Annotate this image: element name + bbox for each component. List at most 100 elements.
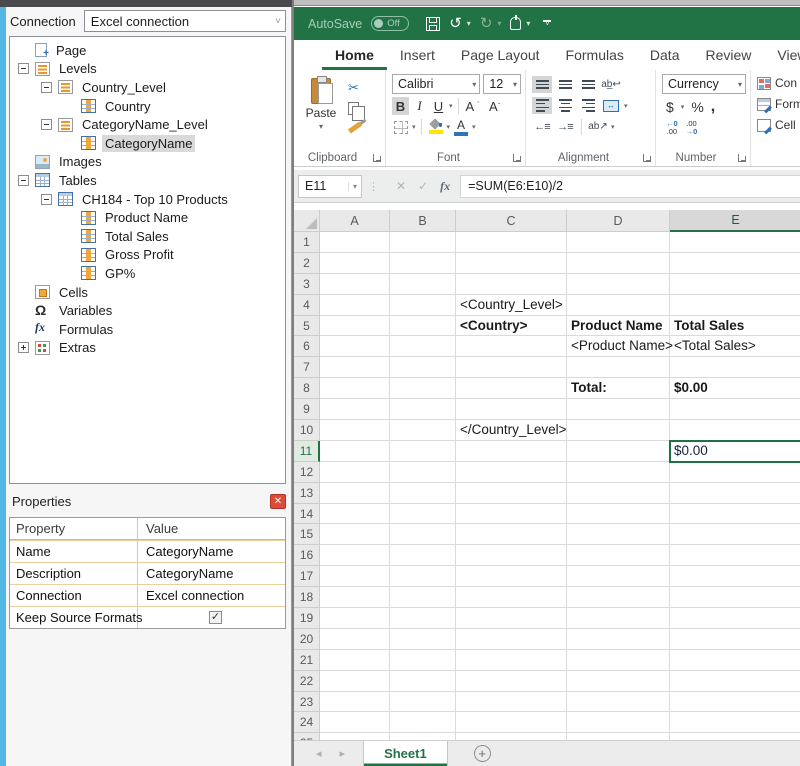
tree-item-page[interactable]: Page: [10, 41, 285, 60]
cell-E14[interactable]: [670, 504, 800, 525]
increase-decimal-button[interactable]: ←0.00: [666, 120, 678, 137]
number-dialog-launcher-icon[interactable]: [738, 154, 746, 162]
font-color-button[interactable]: A: [452, 118, 470, 136]
row-header-17[interactable]: 17: [294, 566, 320, 587]
cell-A15[interactable]: [320, 524, 390, 545]
cell-B18[interactable]: [390, 587, 456, 608]
tree-item-variables[interactable]: Variables: [10, 301, 285, 320]
decrease-font-button[interactable]: Aˇ: [486, 97, 503, 115]
cell-C21[interactable]: [456, 650, 567, 671]
align-left-button[interactable]: [532, 97, 552, 114]
cell-E7[interactable]: [670, 357, 800, 378]
tree-item-product-name[interactable]: Product Name: [10, 208, 285, 227]
cut-icon[interactable]: ✂: [348, 80, 362, 96]
cell-E18[interactable]: [670, 587, 800, 608]
row-header-9[interactable]: 9: [294, 399, 320, 420]
tab-sheet1[interactable]: Sheet1: [363, 741, 448, 766]
collapse-icon[interactable]: [41, 119, 52, 130]
cell-E2[interactable]: [670, 253, 800, 274]
cell-A10[interactable]: [320, 420, 390, 441]
row-header-15[interactable]: 15: [294, 524, 320, 545]
row-header-12[interactable]: 12: [294, 462, 320, 483]
cell-D13[interactable]: [567, 483, 670, 504]
cell-C4[interactable]: <Country_Level>: [456, 295, 567, 316]
row-header-13[interactable]: 13: [294, 483, 320, 504]
column-header-b[interactable]: B: [390, 210, 456, 232]
tab-home[interactable]: Home: [322, 40, 387, 70]
collapse-icon[interactable]: [41, 194, 52, 205]
column-header-d[interactable]: D: [567, 210, 670, 232]
cell-A25[interactable]: [320, 733, 390, 740]
increase-indent-button[interactable]: →≡: [555, 118, 575, 135]
cell-D15[interactable]: [567, 524, 670, 545]
cell-D5[interactable]: Product Name: [567, 316, 670, 337]
cell-B7[interactable]: [390, 357, 456, 378]
row-header-3[interactable]: 3: [294, 274, 320, 295]
cell-D23[interactable]: [567, 692, 670, 713]
format-painter-icon[interactable]: [348, 121, 362, 133]
tree-item-country-level[interactable]: Country_Level: [10, 78, 285, 97]
cell-B5[interactable]: [390, 316, 456, 337]
name-box[interactable]: E11 ▾: [298, 175, 362, 198]
cell-C15[interactable]: [456, 524, 567, 545]
row-header-2[interactable]: 2: [294, 253, 320, 274]
cell-D2[interactable]: [567, 253, 670, 274]
fill-color-button[interactable]: [427, 118, 445, 136]
cell-E21[interactable]: [670, 650, 800, 671]
cell-D17[interactable]: [567, 566, 670, 587]
cell-A13[interactable]: [320, 483, 390, 504]
bold-button[interactable]: B: [392, 97, 409, 115]
cell-B23[interactable]: [390, 692, 456, 713]
merge-center-button[interactable]: ↔: [601, 97, 621, 114]
cell-D4[interactable]: [567, 295, 670, 316]
cell-A24[interactable]: [320, 712, 390, 733]
cell-E11[interactable]: $0.00: [670, 441, 800, 462]
add-sheet-button[interactable]: +: [474, 745, 491, 762]
sheet-next-icon[interactable]: ▸: [340, 747, 346, 760]
row-header-24[interactable]: 24: [294, 712, 320, 733]
cell-B16[interactable]: [390, 545, 456, 566]
cell-A23[interactable]: [320, 692, 390, 713]
tab-page-layout[interactable]: Page Layout: [448, 40, 553, 70]
cell-D25[interactable]: [567, 733, 670, 740]
row-header-21[interactable]: 21: [294, 650, 320, 671]
cell-C13[interactable]: [456, 483, 567, 504]
cell-C20[interactable]: [456, 629, 567, 650]
row-header-4[interactable]: 4: [294, 295, 320, 316]
autosave-toggle[interactable]: Off: [371, 16, 409, 31]
italic-button[interactable]: I: [411, 97, 428, 115]
tree-item-country[interactable]: Country: [10, 97, 285, 116]
row-header-11[interactable]: 11: [294, 441, 320, 462]
cell-C16[interactable]: [456, 545, 567, 566]
keep-source-formats-checkbox[interactable]: ✓: [209, 611, 222, 624]
wrap-text-button[interactable]: ab̲↩: [601, 76, 621, 93]
cell-styles-button[interactable]: Cell: [757, 118, 798, 132]
cell-C6[interactable]: [456, 336, 567, 357]
tree-item-levels[interactable]: Levels: [10, 60, 285, 79]
cell-C11[interactable]: [456, 441, 567, 462]
cell-D10[interactable]: [567, 420, 670, 441]
align-bottom-button[interactable]: [578, 76, 598, 93]
font-size-dropdown[interactable]: 12 ▾: [483, 74, 521, 94]
tree-item-categoryname[interactable]: CategoryName: [10, 134, 285, 153]
cell-C17[interactable]: [456, 566, 567, 587]
collapse-icon[interactable]: [18, 63, 29, 74]
cell-B21[interactable]: [390, 650, 456, 671]
row-header-10[interactable]: 10: [294, 420, 320, 441]
cell-B22[interactable]: [390, 671, 456, 692]
row-header-25[interactable]: 25: [294, 733, 320, 740]
column-header-e[interactable]: E: [670, 210, 800, 232]
property-value[interactable]: CategoryName: [138, 563, 285, 584]
align-center-button[interactable]: [555, 97, 575, 114]
cell-C19[interactable]: [456, 608, 567, 629]
property-value[interactable]: ✓: [138, 607, 285, 628]
cell-A20[interactable]: [320, 629, 390, 650]
sheet-prev-icon[interactable]: ◂: [316, 747, 322, 760]
cell-D12[interactable]: [567, 462, 670, 483]
cell-E6[interactable]: <Total Sales>: [670, 336, 800, 357]
cell-B8[interactable]: [390, 378, 456, 399]
cell-D3[interactable]: [567, 274, 670, 295]
cell-D1[interactable]: [567, 232, 670, 253]
row-header-16[interactable]: 16: [294, 545, 320, 566]
row-header-23[interactable]: 23: [294, 692, 320, 713]
